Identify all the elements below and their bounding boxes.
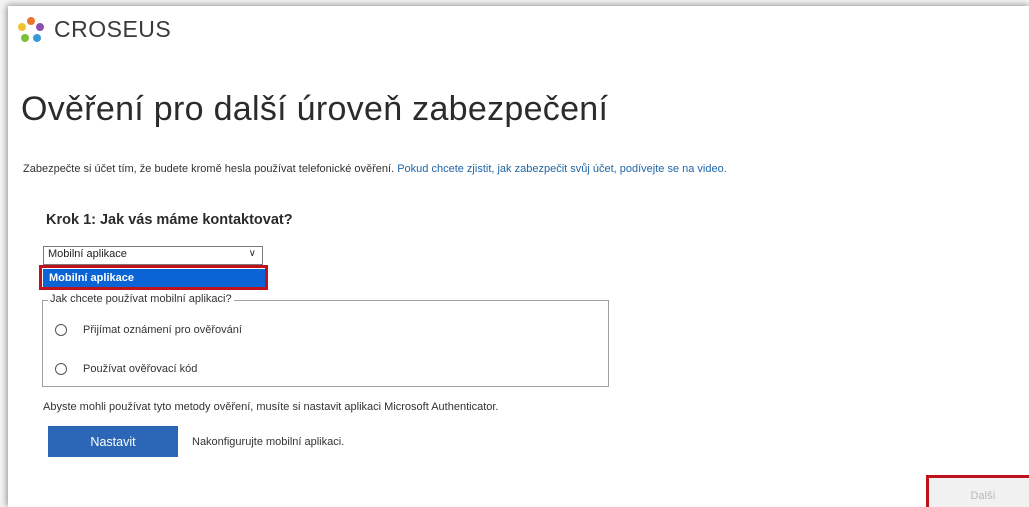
setup-button[interactable]: Nastavit	[48, 426, 178, 457]
next-button[interactable]: Další	[926, 475, 1029, 507]
mobile-app-usage-legend: Jak chcete používat mobilní aplikaci?	[48, 293, 234, 305]
radio-button-verification-code[interactable]	[55, 363, 67, 375]
main-card: CROSEUS Ověření pro další úroveň zabezpe…	[8, 6, 1029, 507]
page: CROSEUS Ověření pro další úroveň zabezpe…	[0, 0, 1029, 507]
brand-header: CROSEUS	[18, 16, 171, 43]
setup-note: Nakonfigurujte mobilní aplikaci.	[192, 436, 345, 448]
radio-button-notification[interactable]	[55, 324, 67, 336]
radio-option-notification[interactable]: Přijímat oznámení pro ověřování	[55, 324, 242, 336]
contact-method-select-value: Mobilní aplikace	[48, 248, 127, 260]
dropdown-option-mobile-app[interactable]: Mobilní aplikace	[43, 269, 265, 288]
authenticator-hint: Abyste mohli používat tyto metody ověřen…	[43, 401, 499, 413]
radio-option-verification-code[interactable]: Používat ověřovací kód	[55, 363, 197, 375]
intro-paragraph: Zabezpečte si účet tím, že budete kromě …	[23, 163, 727, 175]
intro-text: Zabezpečte si účet tím, že budete kromě …	[23, 163, 395, 175]
step1-heading: Krok 1: Jak vás máme kontaktovat?	[46, 212, 293, 228]
mobile-app-usage-group: Jak chcete používat mobilní aplikaci? Př…	[42, 293, 609, 387]
page-title: Ověření pro další úroveň zabezpečení	[21, 90, 609, 128]
contact-method-select[interactable]: Mobilní aplikace ∨	[43, 246, 263, 265]
radio-label-notification: Přijímat oznámení pro ověřování	[83, 324, 242, 336]
intro-video-link[interactable]: Pokud chcete zjistit, jak zabezpečit svů…	[397, 163, 727, 175]
chevron-down-icon: ∨	[248, 248, 256, 259]
radio-label-verification-code: Používat ověřovací kód	[83, 363, 198, 375]
brand-name: CROSEUS	[54, 16, 172, 42]
croseus-logo-icon	[18, 16, 44, 43]
